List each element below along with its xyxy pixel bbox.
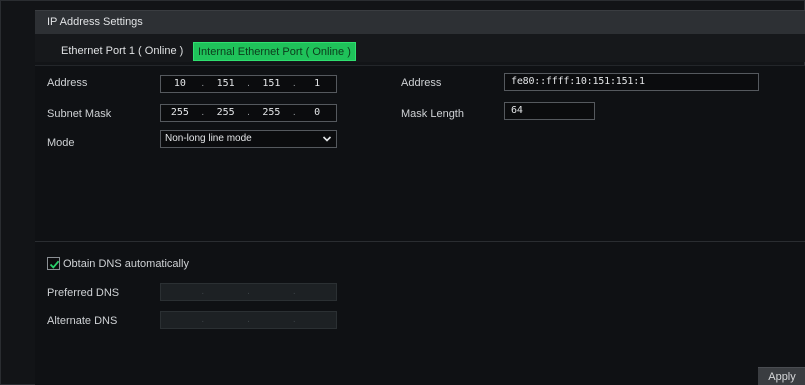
subnet-mask-octet-1: 255 <box>170 107 189 118</box>
octet-separator: . <box>292 286 296 297</box>
octet-separator: . <box>247 107 250 118</box>
alternate-dns-label: Alternate DNS <box>47 315 118 327</box>
preferred-dns-label: Preferred DNS <box>47 287 120 299</box>
tab-bar: Ethernet Port 1 ( Online ) Internal Ethe… <box>35 34 805 62</box>
ipv6-address-field[interactable]: fe80::ffff:10:151:151:1 <box>504 73 759 91</box>
tab-internal-ethernet-port[interactable]: Internal Ethernet Port ( Online ) <box>193 42 356 61</box>
octet-separator: . <box>201 107 205 118</box>
obtain-dns-label[interactable]: Obtain DNS automatically <box>63 258 189 270</box>
ip-settings-panel <box>35 65 805 241</box>
mode-select-value: Non-long line mode <box>165 133 252 144</box>
tab-ethernet-port-1[interactable]: Ethernet Port 1 ( Online ) <box>57 42 187 61</box>
octet-separator: . <box>201 286 205 297</box>
octet-separator: . <box>247 286 250 297</box>
mode-label: Mode <box>47 137 75 149</box>
chevron-down-icon <box>322 136 332 142</box>
octet-separator: . <box>247 314 250 325</box>
ipv4-address-octet-1: 10 <box>173 78 186 89</box>
section-header: IP Address Settings <box>35 10 805 34</box>
ipv6-address-label: Address <box>401 77 442 89</box>
octet-separator: . <box>247 78 250 89</box>
octet-separator: . <box>292 107 296 118</box>
octet-separator: . <box>292 78 296 89</box>
octet-separator: . <box>201 78 205 89</box>
subnet-mask-octet-2: 255 <box>216 107 235 118</box>
ipv4-address-octet-3: 151 <box>262 78 281 89</box>
mask-length-label: Mask Length <box>401 108 464 120</box>
subnet-mask-label: Subnet Mask <box>47 108 112 120</box>
mask-length-field[interactable]: 64 <box>504 102 595 120</box>
settings-window: IP Address Settings Ethernet Port 1 ( On… <box>0 0 805 385</box>
subnet-mask-octet-4: 0 <box>314 107 321 118</box>
octet-separator: . <box>292 314 296 325</box>
preferred-dns-field: . . . <box>160 283 337 301</box>
ipv4-address-octet-2: 151 <box>216 78 235 89</box>
ipv4-address-octet-4: 1 <box>314 78 321 89</box>
mode-select[interactable]: Non-long line mode <box>160 130 337 148</box>
page-title: IP Address Settings <box>47 16 143 28</box>
checkmark-icon <box>49 260 60 269</box>
apply-button[interactable]: Apply <box>758 367 805 385</box>
ipv4-address-label: Address <box>47 77 88 89</box>
subnet-mask-field[interactable]: 255 . 255 . 255 . 0 <box>160 104 337 122</box>
obtain-dns-checkbox[interactable] <box>47 257 60 270</box>
ipv4-address-field[interactable]: 10 . 151 . 151 . 1 <box>160 75 337 93</box>
subnet-mask-octet-3: 255 <box>262 107 281 118</box>
octet-separator: . <box>201 314 205 325</box>
alternate-dns-field: . . . <box>160 311 337 329</box>
